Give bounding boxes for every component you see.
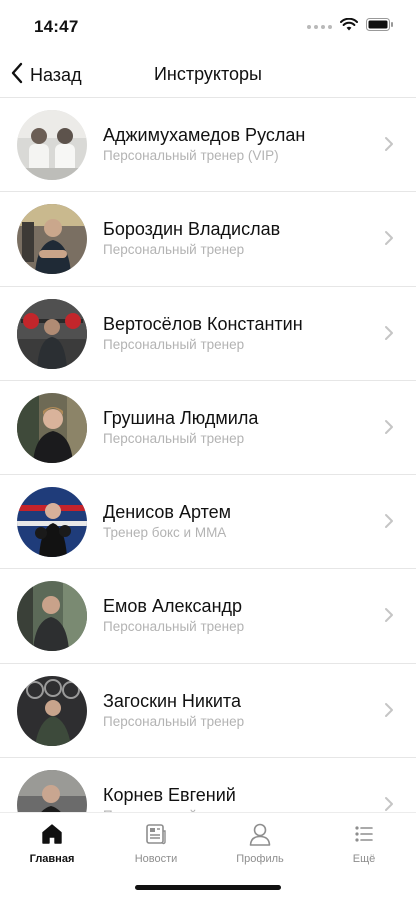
battery-icon (366, 18, 394, 36)
chevron-right-icon (384, 513, 394, 534)
instructor-name: Загоскин Никита (103, 690, 241, 711)
status-icons (307, 17, 394, 36)
news-icon (104, 821, 208, 847)
instructor-name: Грушина Людмила (103, 407, 259, 428)
avatar (17, 770, 87, 812)
instructor-role: Тренер бокс и MMA (103, 525, 227, 541)
home-icon (0, 821, 104, 847)
list-item[interactable]: Денисов Артем Тренер бокс и MMA (0, 475, 416, 570)
status-time: 14:47 (34, 17, 79, 36)
avatar (17, 675, 87, 746)
instructor-name: Бороздин Владислав (103, 219, 281, 240)
chevron-right-icon (384, 230, 394, 251)
tab-label: Главная (29, 853, 75, 865)
tab-more[interactable]: Ещё (312, 821, 416, 865)
list-item[interactable]: Загоскин Никита Персональный тренер (0, 664, 416, 759)
instructor-name: Аджимухамедов Руслан (103, 125, 306, 145)
tab-label: Ещё (352, 853, 376, 865)
instructor-name: Вертосёлов Константин (103, 313, 303, 334)
instructor-role: Персональный тренер (103, 430, 245, 446)
tab-news[interactable]: Новости (104, 821, 208, 865)
tab-profile[interactable]: Профиль (208, 821, 312, 865)
list-item[interactable]: Бороздин Владислав Персональный тренер (0, 192, 416, 287)
avatar (17, 204, 87, 275)
instructor-role: Персональный тренер (VIP) (103, 148, 279, 163)
tab-home[interactable]: Главная (0, 821, 104, 865)
list-item[interactable]: Емов Александр Персональный тренер (0, 569, 416, 664)
status-bar: 14:47 (0, 0, 416, 52)
wifi-icon (340, 17, 358, 36)
chevron-right-icon (384, 607, 394, 628)
back-button[interactable]: Назад (10, 62, 82, 89)
avatar (17, 487, 87, 558)
profile-icon (208, 821, 312, 847)
list-item[interactable]: Аджимухамедов Руслан Персональный тренер… (0, 98, 416, 193)
tab-label: Профиль (236, 853, 284, 865)
signal-icon (307, 25, 332, 29)
navigation-bar: Назад Инструкторы (0, 52, 416, 98)
avatar (17, 581, 87, 652)
instructor-list[interactable]: Аджимухамедов Руслан Персональный тренер… (0, 98, 416, 812)
instructor-role: Персональный тренер (103, 336, 245, 352)
tab-label: Новости (134, 853, 178, 865)
instructor-name: Емов Александр (103, 596, 243, 617)
chevron-right-icon (384, 796, 394, 812)
list-item[interactable]: Вертосёлов Константин Персональный трене… (0, 287, 416, 381)
avatar (17, 392, 87, 463)
chevron-left-icon (10, 62, 24, 89)
instructor-role: Персональный тренер (103, 713, 245, 729)
chevron-right-icon (384, 419, 394, 440)
avatar (17, 110, 87, 180)
instructor-name: Денисов Артем (103, 502, 232, 523)
instructor-role: Персональный тренер (103, 242, 245, 258)
list-item[interactable]: Грушина Людмила Персональный тренер (0, 381, 416, 476)
chevron-right-icon (384, 325, 394, 346)
list-item[interactable]: Корнев Евгений Персональный тренер (0, 758, 416, 812)
home-indicator (135, 885, 281, 890)
instructor-name: Корнев Евгений (103, 785, 236, 806)
chevron-right-icon (384, 702, 394, 723)
avatar (17, 298, 87, 369)
more-icon (312, 821, 416, 847)
instructor-role: Персональный тренер (103, 619, 245, 635)
back-label: Назад (30, 65, 82, 85)
chevron-right-icon (384, 136, 394, 157)
